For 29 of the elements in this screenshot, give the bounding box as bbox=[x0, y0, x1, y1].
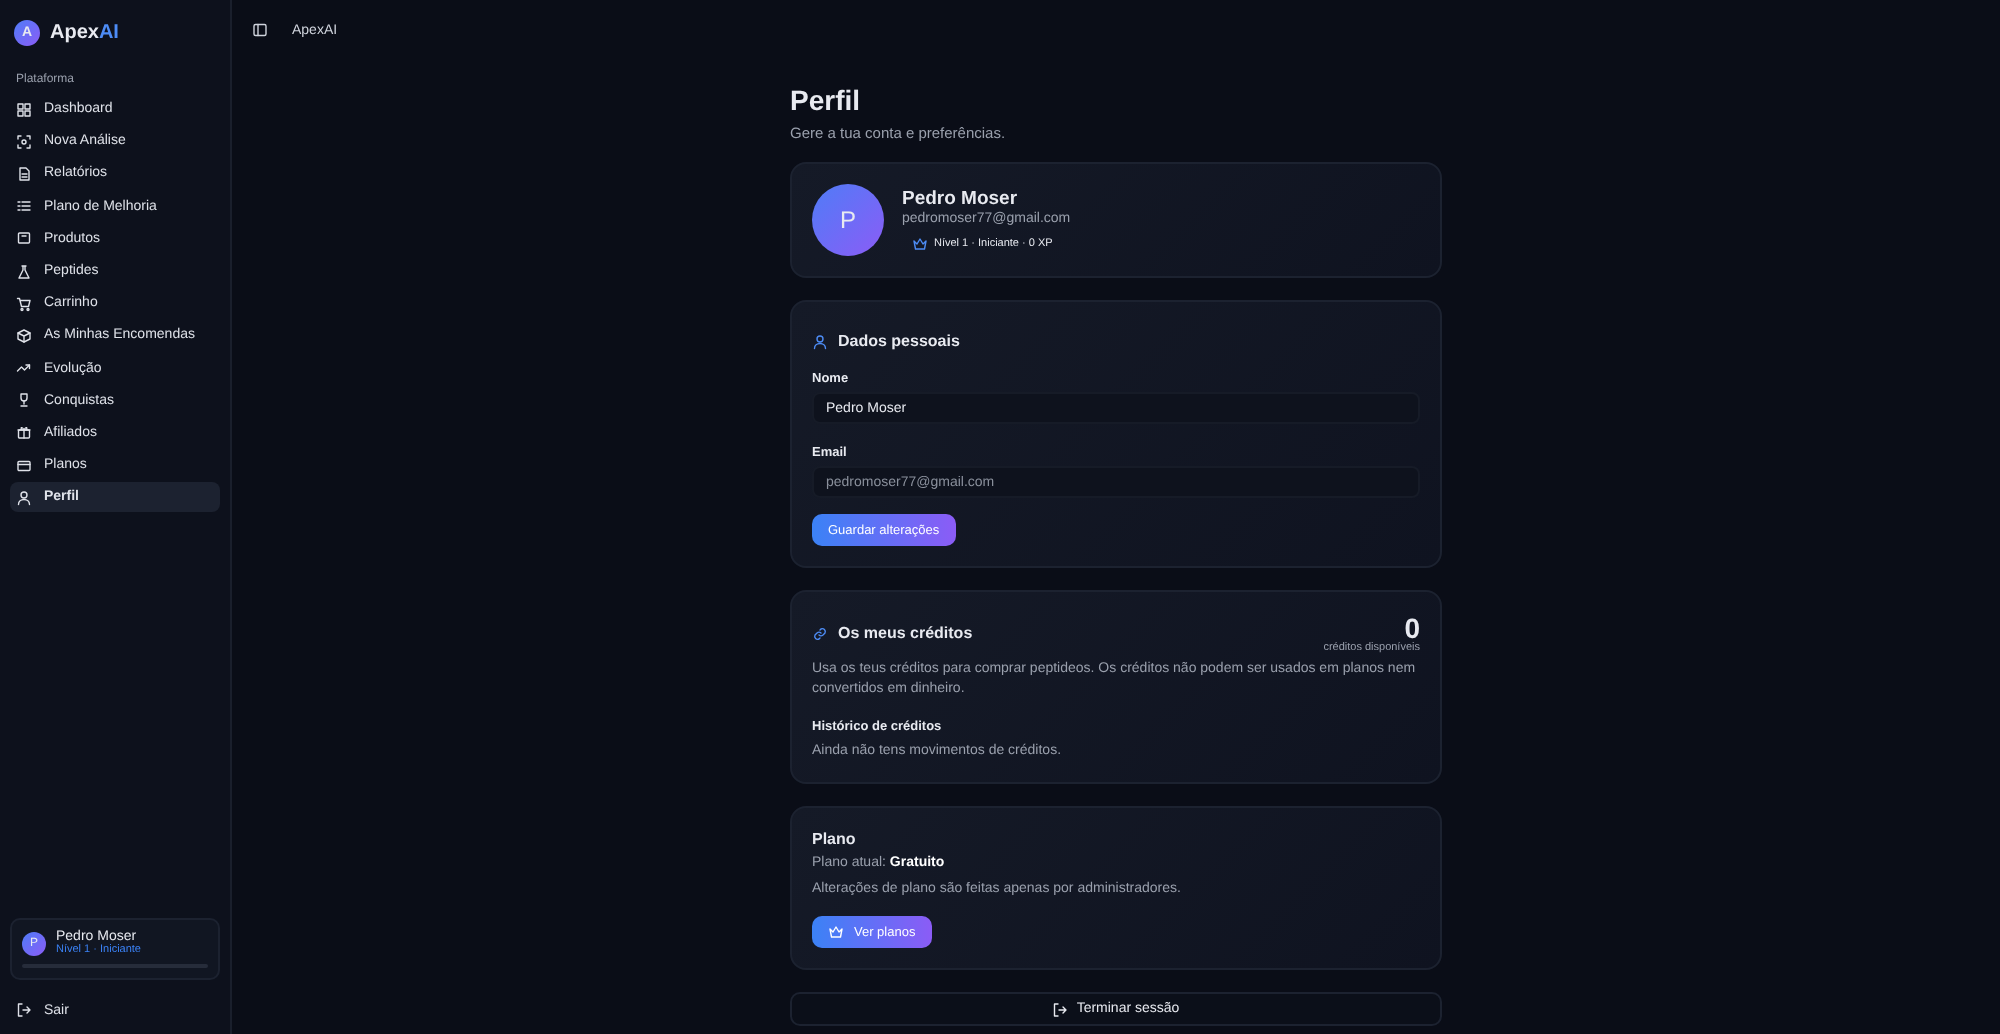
box-icon bbox=[16, 327, 32, 344]
sidebar-toggle-icon bbox=[252, 22, 268, 38]
scan-icon bbox=[16, 133, 32, 150]
list-icon bbox=[16, 198, 32, 215]
card-title: Plano bbox=[812, 830, 858, 848]
trend-icon bbox=[16, 360, 32, 377]
card-title: Os meus créditos bbox=[838, 624, 973, 642]
card-icon bbox=[16, 457, 32, 474]
credit-amount: 0 bbox=[1404, 614, 1420, 642]
page-title: Perfil bbox=[790, 82, 863, 118]
logout-icon bbox=[1052, 1001, 1069, 1017]
user-icon bbox=[16, 489, 32, 506]
grid-icon bbox=[16, 101, 32, 118]
package-icon bbox=[16, 230, 32, 247]
profile-name: Pedro Moser bbox=[902, 188, 1020, 210]
brand-name: ApexAI bbox=[50, 22, 119, 44]
avatar: P bbox=[812, 184, 884, 256]
sidebar-toggle-button[interactable] bbox=[248, 18, 272, 42]
crown-icon bbox=[828, 924, 844, 940]
crown-icon bbox=[912, 236, 928, 252]
link-icon bbox=[812, 625, 828, 641]
cart-icon bbox=[16, 295, 32, 312]
user-icon bbox=[812, 333, 828, 349]
logout-icon bbox=[16, 1002, 32, 1018]
card-title: Dados pessoais bbox=[838, 332, 960, 350]
trophy-icon bbox=[16, 392, 32, 409]
flask-icon bbox=[16, 263, 32, 280]
document-icon bbox=[16, 165, 32, 182]
gift-icon bbox=[16, 424, 32, 441]
